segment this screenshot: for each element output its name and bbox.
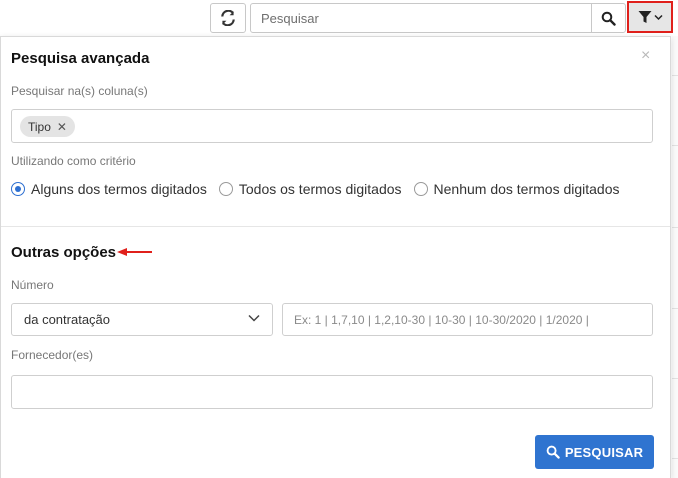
search-icon <box>546 445 560 459</box>
radio-label: Alguns dos termos digitados <box>31 181 207 197</box>
search-icon <box>601 11 616 26</box>
search-input[interactable] <box>251 4 591 32</box>
advanced-search-title: Pesquisa avançada <box>11 50 150 67</box>
criteria-option-all[interactable]: Todos os termos digitados <box>218 181 402 197</box>
radio-button[interactable] <box>218 182 233 196</box>
number-type-value: da contratação <box>24 312 111 327</box>
toolbar <box>0 0 678 36</box>
radio-label: Nenhum dos termos digitados <box>433 181 620 197</box>
background-table-edge <box>672 36 678 478</box>
search-button[interactable] <box>591 4 625 32</box>
filter-icon <box>638 11 651 23</box>
radio-label: Todos os termos digitados <box>238 181 402 197</box>
number-input[interactable] <box>282 303 653 336</box>
submit-search-label: PESQUISAR <box>564 444 644 460</box>
criteria-option-none[interactable]: Nenhum dos termos digitados <box>413 181 620 197</box>
annotation-arrow-icon <box>117 248 152 256</box>
supplier-input[interactable] <box>11 375 653 409</box>
radio-button[interactable] <box>11 182 25 196</box>
background-row-divider <box>672 145 678 146</box>
page: × Pesquisa avançada Pesquisar na(s) colu… <box>0 0 678 478</box>
refresh-icon <box>221 10 235 26</box>
columns-multiselect[interactable]: Tipo ✕ <box>11 109 653 143</box>
supplier-label: Fornecedor(es) <box>11 348 94 362</box>
submit-search-button[interactable]: PESQUISAR <box>535 435 654 469</box>
search-box <box>250 3 626 33</box>
background-row-divider <box>672 458 678 459</box>
advanced-filter-button[interactable] <box>627 1 673 33</box>
section-divider <box>1 226 670 227</box>
chevron-down-icon <box>248 314 260 322</box>
background-row-divider <box>672 378 678 379</box>
refresh-button[interactable] <box>210 3 246 33</box>
remove-tag-icon[interactable]: ✕ <box>57 120 67 134</box>
advanced-search-panel: × Pesquisa avançada Pesquisar na(s) colu… <box>0 36 671 478</box>
criteria-radio-group: Alguns dos termos digitados Todos os ter… <box>11 180 632 198</box>
number-label: Número <box>11 278 54 292</box>
columns-label: Pesquisar na(s) coluna(s) <box>11 84 148 98</box>
radio-button[interactable] <box>413 182 428 196</box>
number-type-select[interactable]: da contratação <box>11 303 273 336</box>
background-row-divider <box>672 227 678 228</box>
criteria-option-some[interactable]: Alguns dos termos digitados <box>11 181 207 197</box>
close-icon[interactable]: × <box>641 47 650 65</box>
column-tag-label: Tipo <box>28 119 51 134</box>
background-row-divider <box>672 75 678 76</box>
criteria-label: Utilizando como critério <box>11 154 136 168</box>
column-tag: Tipo ✕ <box>20 116 75 137</box>
chevron-down-icon <box>653 14 663 20</box>
other-options-title: Outras opções <box>11 244 117 261</box>
background-row-divider <box>672 308 678 309</box>
